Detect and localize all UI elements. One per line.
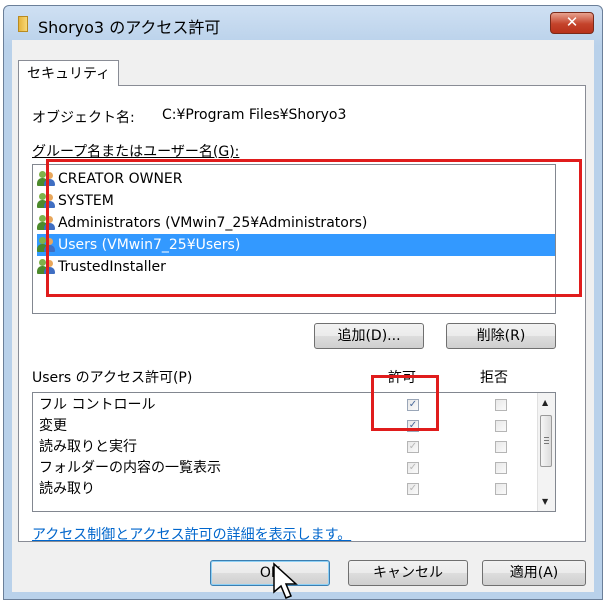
allow-highlight-box (371, 375, 439, 431)
cancel-button[interactable]: キャンセル (348, 560, 468, 586)
permission-label: フル コントロール (39, 397, 156, 413)
allow-checkbox-list-folder[interactable]: ✓ (407, 462, 419, 474)
permission-row-modify: 変更 (39, 415, 67, 437)
scroll-thumb[interactable] (540, 415, 552, 467)
grip-line (544, 443, 549, 444)
permission-row-list-folder: フォルダーの内容の一覧表示 (39, 457, 221, 479)
object-name-label: オブジェクト名: (32, 110, 135, 126)
close-button[interactable]: ✕ (550, 12, 594, 34)
groups-highlight-box (46, 159, 582, 297)
permission-label: フォルダーの内容の一覧表示 (39, 460, 221, 476)
scroll-up-icon[interactable]: ▲ (542, 398, 548, 407)
apply-button[interactable]: 適用(A) (482, 560, 586, 586)
grip-line (544, 437, 549, 438)
add-button[interactable]: 追加(D)... (314, 323, 424, 349)
deny-checkbox-modify[interactable] (495, 420, 507, 432)
deny-checkbox-read-execute[interactable] (495, 441, 507, 453)
permission-row-read-execute: 読み取りと実行 (39, 436, 137, 458)
groups-label: グループ名またはユーザー名(G): (32, 144, 240, 160)
permission-label: 読み取り (39, 481, 95, 497)
permission-label: 読み取りと実行 (39, 439, 137, 455)
folder-icon (18, 16, 28, 32)
deny-checkbox-read[interactable] (495, 483, 507, 495)
remove-button[interactable]: 削除(R) (446, 323, 556, 349)
mouse-cursor-icon (273, 562, 298, 599)
permission-label: 変更 (39, 418, 67, 434)
window-title: Shoryo3 のアクセス許可 (38, 18, 221, 37)
permissions-label: Users のアクセス許可(P) (32, 370, 193, 386)
allow-checkbox-read-execute[interactable]: ✓ (407, 441, 419, 453)
object-name-value: C:¥Program Files¥Shoryo3 (162, 107, 347, 123)
title-bar[interactable]: Shoryo3 のアクセス許可 ✕ (4, 6, 602, 42)
tab-security[interactable]: セキュリティ (18, 60, 120, 86)
access-control-help-link[interactable]: アクセス制御とアクセス許可の詳細を表示します。 (32, 524, 351, 544)
permissions-scrollbar[interactable]: ▲ ▼ (537, 393, 555, 511)
deny-checkbox-list-folder[interactable] (495, 462, 507, 474)
dialog-body: セキュリティ オブジェクト名: C:¥Program Files¥Shoryo3… (12, 40, 594, 592)
scroll-down-icon[interactable]: ▼ (542, 497, 548, 506)
ok-button[interactable]: OK (210, 560, 330, 586)
deny-column-header: 拒否 (480, 370, 508, 386)
permissions-dialog: Shoryo3 のアクセス許可 ✕ セキュリティ オブジェクト名: C:¥Pro… (3, 5, 603, 600)
permissions-list: フル コントロール ✓ 変更 ✓ 読み取りと実行 ✓ フォルダーの内容の一覧表示… (32, 392, 556, 512)
grip-line (544, 440, 549, 441)
permission-row-read: 読み取り (39, 478, 95, 500)
permission-row-full-control: フル コントロール (39, 394, 155, 416)
deny-checkbox-full-control[interactable] (495, 399, 507, 411)
allow-checkbox-read[interactable]: ✓ (407, 483, 419, 495)
